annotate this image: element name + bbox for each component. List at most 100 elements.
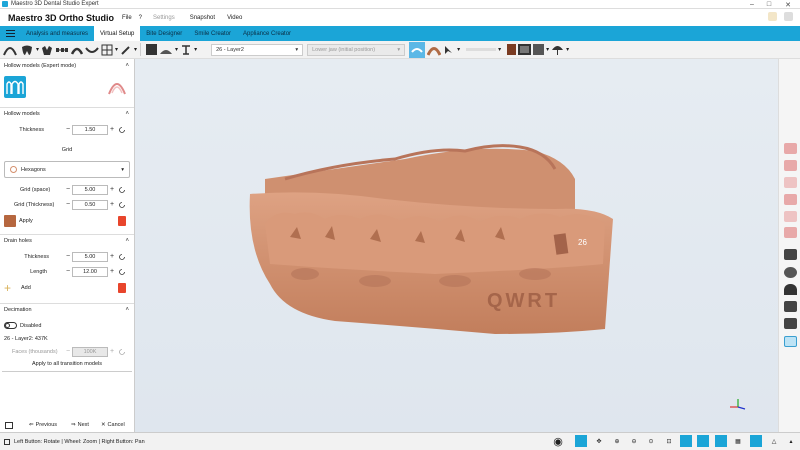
reset-icon-6[interactable] [118,348,126,356]
brush-icon[interactable] [120,43,132,57]
arch-upper-icon[interactable] [85,43,99,57]
chevron-up-icon-2[interactable]: ˄ [125,111,129,117]
brackets-icon[interactable] [55,43,69,57]
grid-type-select[interactable]: Hexagons ▾ [4,161,130,178]
trash-icon[interactable] [118,216,126,226]
cancel-button[interactable]: Cancel [108,422,125,428]
chevron-down-icon[interactable]: ▾ [36,43,39,57]
hamburger-menu-icon[interactable] [0,26,20,41]
hollow-apply-button[interactable]: Apply [19,218,33,224]
apply-all-button[interactable]: Apply to all transition models [0,361,134,367]
frame-icon[interactable] [533,43,545,57]
trash-icon-2[interactable] [118,283,126,293]
triangle-icon[interactable]: △ [768,435,780,447]
chevron-down-icon-2[interactable]: ▾ [115,43,118,57]
reset-icon-3[interactable] [118,201,126,209]
position-select[interactable]: Lower jaw (initial position) ▾ [307,43,406,56]
faces-decrement-icon[interactable]: − [64,348,72,355]
rotate-view-icon[interactable] [575,435,587,447]
fit-icon[interactable]: ⊡ [663,435,675,447]
denture-icon[interactable] [71,43,84,57]
reset-icon-2[interactable] [118,186,126,194]
book-icon[interactable] [507,43,517,57]
user-icon[interactable] [784,12,793,21]
tool-icon[interactable] [180,43,192,57]
lower-gum-icon[interactable] [784,211,797,222]
chevron-down-icon-8[interactable]: ▾ [457,43,460,57]
upper-jaw-icon[interactable] [784,143,797,154]
drain-length-input[interactable]: 12.00 [72,266,108,277]
panel-toggle-icon[interactable] [5,421,13,429]
tab-virtual-setup[interactable]: Virtual Setup [94,26,141,41]
drain-thickness-decrement-icon[interactable]: − [64,253,72,260]
drain-length-decrement-icon[interactable]: − [64,268,72,275]
faces-increment-icon[interactable]: + [108,348,116,355]
grid-thickness-increment-icon[interactable]: + [108,201,116,208]
model-icon[interactable] [159,43,173,57]
close-icon[interactable]: ✕ [781,0,795,9]
tab-analysis[interactable]: Analysis and measures [20,26,94,41]
tab-bite-designer[interactable]: Bite Designer [140,26,188,41]
both-jaws-icon[interactable] [784,227,797,238]
target-icon[interactable]: ⊙ [645,435,657,447]
grid-thickness-decrement-icon[interactable]: − [64,201,72,208]
thickness-input[interactable]: 1.50 [72,124,108,135]
perspective-icon[interactable] [680,435,692,447]
chevron-down-icon-5[interactable]: ▾ [194,43,197,57]
chevron-down-icon-10[interactable]: ▾ [546,43,549,57]
drain-length-increment-icon[interactable]: + [108,268,116,275]
grid-icon[interactable] [101,43,113,57]
previous-arrow-icon[interactable]: ⇐ [29,422,34,428]
menu-file[interactable]: File [122,15,132,21]
film-icon[interactable] [518,43,532,57]
section-hollow[interactable]: Hollow models ˄ [0,107,134,120]
top-view-icon[interactable] [784,284,797,295]
arch-view-icon[interactable] [784,249,797,260]
chat-icon[interactable] [768,12,777,21]
menu-settings[interactable]: Settings [153,15,175,21]
grid-space-decrement-icon[interactable]: − [64,186,72,193]
next-button[interactable]: Next [78,422,89,428]
square-icon[interactable] [146,43,158,57]
eye-icon[interactable]: ◉ [552,435,564,448]
arch-curve-icon[interactable] [2,43,18,57]
chevron-up-icon-3[interactable]: ˄ [125,238,129,244]
upper-gum-icon[interactable] [784,160,797,171]
aligner-toggle-icon[interactable] [409,41,426,58]
cancel-x-icon[interactable]: ✕ [101,422,106,428]
grid-thickness-input[interactable]: 0.50 [72,199,108,210]
thickness-decrement-icon[interactable]: − [64,126,72,133]
zoom-out-icon[interactable]: ⊖ [628,435,640,447]
section-hollow-expert[interactable]: Hollow models (Expert mode) ˄ [0,59,134,72]
crown-icon[interactable] [41,43,53,57]
tab-appliance-creator[interactable]: Appliance Creator [237,26,297,41]
cursor-icon[interactable] [443,43,455,57]
next-arrow-icon[interactable]: ⇒ [71,422,76,428]
opacity-slider[interactable] [466,48,497,51]
grid-space-input[interactable]: 5.00 [72,184,108,195]
more-icon[interactable]: ▴ [785,435,797,447]
snapshot-icon[interactable] [715,435,727,447]
occlusal-icon[interactable] [784,177,797,188]
grid-space-increment-icon[interactable]: + [108,186,116,193]
grid-view-icon[interactable] [784,336,797,347]
tooth-icon[interactable] [20,43,34,57]
tab-smile-creator[interactable]: Smile Creator [188,26,237,41]
front-view-icon[interactable] [784,267,797,278]
maximize-icon[interactable]: □ [762,0,776,9]
chevron-down-icon-3[interactable]: ▾ [134,43,137,57]
drain-thickness-increment-icon[interactable]: + [108,253,116,260]
pan-icon[interactable]: ✥ [593,435,605,447]
zoom-in-icon[interactable]: ⊕ [611,435,623,447]
drain-thickness-input[interactable]: 5.00 [72,251,108,262]
drain-add-button[interactable]: Add [21,285,31,291]
hollow-model-icon[interactable] [4,76,26,98]
chevron-up-icon-4[interactable]: ˄ [125,307,129,313]
chevron-down-icon-4[interactable]: ▾ [175,43,178,57]
umbrella-icon[interactable] [551,43,564,57]
add-icon[interactable]: + [4,282,16,294]
grid-toggle-icon[interactable]: ▦ [732,435,744,447]
chevron-down-icon-11[interactable]: ▾ [566,43,569,57]
reset-icon[interactable] [118,126,126,134]
faces-input[interactable]: 100K [72,346,108,357]
